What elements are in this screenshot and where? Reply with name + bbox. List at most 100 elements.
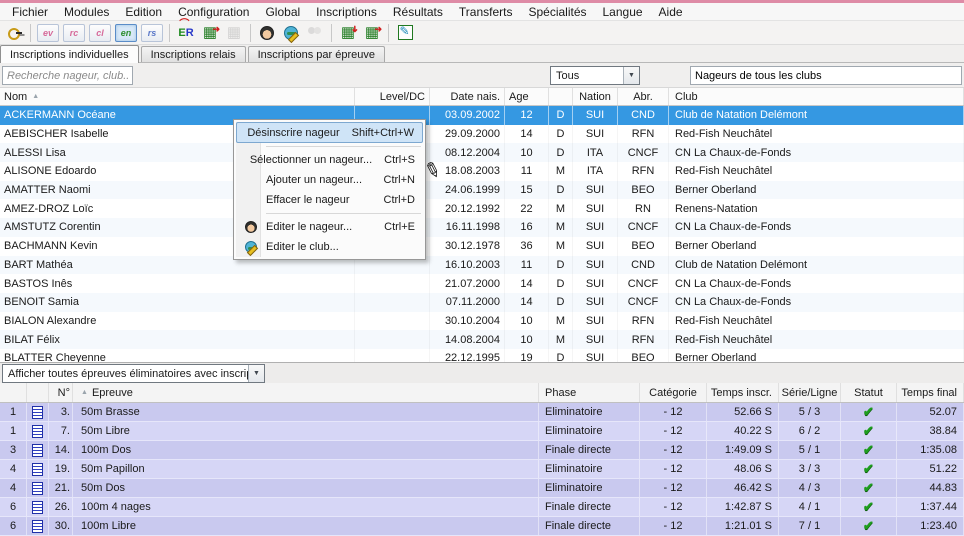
menu-item-desinscrire-nageur[interactable]: Désinscrire nageur Shift+Ctrl+W bbox=[236, 122, 423, 143]
column-header-club[interactable]: Club bbox=[669, 88, 964, 105]
event-row[interactable]: 6 30. 100m Libre Finale directe - 12 1:2… bbox=[0, 517, 964, 536]
menu-item[interactable]: Spécialités bbox=[520, 3, 594, 21]
column-header-age[interactable]: Age bbox=[505, 88, 549, 105]
swimmer-row[interactable]: ALISONE Edoardo 18.08.2003 11 M ITA RFN … bbox=[0, 162, 964, 181]
event-day: 6 bbox=[0, 517, 27, 535]
import-inscriptions-button[interactable]: ▦➜ bbox=[337, 23, 359, 43]
swimmer-club: Red-Fish Neuchâtel bbox=[669, 330, 964, 349]
column-header-day[interactable] bbox=[0, 383, 27, 402]
column-header-num[interactable]: N° bbox=[49, 383, 73, 402]
view-toggle-button[interactable]: ev bbox=[37, 24, 59, 42]
menu-item[interactable]: Edition bbox=[117, 3, 170, 21]
edit-swimmer-icon bbox=[245, 221, 257, 233]
menu-item[interactable]: Modules bbox=[56, 3, 117, 21]
menu-item-editer-nageur[interactable]: Editer le nageur... Ctrl+E bbox=[236, 217, 423, 237]
column-header-sex[interactable] bbox=[549, 88, 573, 105]
menu-item[interactable]: Langue bbox=[595, 3, 651, 21]
menu-item-effacer-nageur[interactable]: Effacer le nageur Ctrl+D bbox=[236, 190, 423, 210]
column-header-phase[interactable]: Phase bbox=[539, 383, 640, 402]
tab[interactable]: Inscriptions par épreuve bbox=[248, 46, 385, 62]
swimmer-row[interactable]: ALESSI Lisa 08.12.2004 10 D ITA CNCF CN … bbox=[0, 143, 964, 162]
column-header-level[interactable]: Level/DC bbox=[355, 88, 430, 105]
status-check-icon: ✔ bbox=[863, 423, 874, 439]
swimmer-row[interactable]: AMSTUTZ Corentin 16.11.1998 16 M SUI CNC… bbox=[0, 218, 964, 237]
swimmer-nation: SUI bbox=[573, 199, 618, 218]
view-toggle-button[interactable]: rc bbox=[63, 24, 85, 42]
menu-item[interactable]: Configuration bbox=[170, 3, 257, 21]
export-grid-button[interactable]: ▦➜ bbox=[199, 23, 221, 43]
swimmer-club: Red-Fish Neuchâtel bbox=[669, 125, 964, 144]
swimmer-row[interactable]: AMATTER Naomi 24.06.1999 15 D SUI BEO Be… bbox=[0, 181, 964, 200]
column-header-nom[interactable]: Nom▲ bbox=[0, 88, 355, 105]
swimmer-row[interactable]: AEBISCHER Isabelle 29.09.2000 14 D SUI R… bbox=[0, 125, 964, 144]
swimmer-sex: M bbox=[549, 312, 573, 331]
tab[interactable]: Inscriptions individuelles bbox=[0, 45, 139, 63]
event-row[interactable]: 4 21. 50m Dos Eliminatoire - 12 46.42 S … bbox=[0, 479, 964, 498]
edit-swimmer-button[interactable] bbox=[256, 23, 278, 43]
swimmers-table-body: ACKERMANN Océane 03.09.2002 12 D SUI CND… bbox=[0, 106, 964, 362]
menu-item[interactable]: Transferts bbox=[451, 3, 521, 21]
swimmer-row[interactable]: BENOIT Samia 07.11.2000 14 D SUI CNCF CN… bbox=[0, 293, 964, 312]
tab-strip: Inscriptions individuellesInscriptions r… bbox=[0, 45, 964, 63]
shortcut-label: Ctrl+N bbox=[384, 174, 415, 186]
search-input[interactable] bbox=[2, 66, 133, 85]
menu-item-ajouter-nageur[interactable]: Ajouter un nageur... Ctrl+N bbox=[236, 170, 423, 190]
menu-item-selectionner-nageur[interactable]: Sélectionner un nageur... Ctrl+S bbox=[236, 150, 423, 170]
swimmers-table-header: Nom▲ Level/DC Date nais. Age Nation Abr.… bbox=[0, 88, 964, 106]
swimmer-row[interactable]: BACHMANN Kevin 30.12.1978 36 M SUI BEO B… bbox=[0, 237, 964, 256]
export-inscriptions-button[interactable]: ▦➜ bbox=[361, 23, 383, 43]
event-row[interactable]: 6 26. 100m 4 nages Finale directe - 12 1… bbox=[0, 498, 964, 517]
menu-item[interactable]: Résultats bbox=[385, 3, 451, 21]
document-icon bbox=[32, 463, 43, 476]
exit-key-button[interactable] bbox=[3, 23, 25, 43]
swimmer-sex: D bbox=[549, 181, 573, 200]
column-header-nation[interactable]: Nation bbox=[573, 88, 618, 105]
swimmer-sex: M bbox=[549, 218, 573, 237]
menu-item[interactable]: Inscriptions bbox=[308, 3, 385, 21]
swimmer-row[interactable]: BILAT Félix 14.08.2004 10 M SUI RFN Red-… bbox=[0, 330, 964, 349]
column-header-categorie[interactable]: Catégorie bbox=[640, 383, 707, 402]
club-filter-input[interactable] bbox=[690, 66, 962, 85]
event-phase: Finale directe bbox=[539, 517, 640, 535]
menu-item[interactable]: Global bbox=[257, 3, 308, 21]
event-row[interactable]: 1 7. 50m Libre Eliminatoire - 12 40.22 S… bbox=[0, 422, 964, 441]
swimmer-row[interactable]: BASTOS Inês 21.07.2000 14 D SUI CNCF CN … bbox=[0, 274, 964, 293]
column-header-date-nais[interactable]: Date nais. bbox=[430, 88, 505, 105]
column-header-statut[interactable]: Statut bbox=[841, 383, 897, 402]
column-header-icon[interactable] bbox=[27, 383, 49, 402]
swimmer-sex: M bbox=[549, 330, 573, 349]
edit-document-button[interactable] bbox=[394, 23, 416, 43]
swimmer-birthdate: 24.06.1999 bbox=[430, 181, 505, 200]
column-header-temps-inscr[interactable]: Temps inscr. bbox=[707, 383, 779, 402]
menu-item[interactable]: Fichier bbox=[4, 3, 56, 21]
column-header-temps-final[interactable]: Temps final bbox=[897, 383, 964, 402]
swimmer-age: 19 bbox=[505, 349, 549, 362]
event-category: - 12 bbox=[640, 422, 707, 440]
event-row[interactable]: 1 3. 50m Brasse Eliminatoire - 12 52.66 … bbox=[0, 403, 964, 422]
events-filter-value: Afficher toutes épreuves éliminatoires a… bbox=[3, 368, 248, 380]
scope-dropdown[interactable]: Tous ▼ bbox=[550, 66, 640, 85]
status-check-icon: ✔ bbox=[863, 480, 874, 496]
swimmer-row[interactable]: ACKERMANN Océane 03.09.2002 12 D SUI CND… bbox=[0, 106, 964, 125]
events-filter-dropdown[interactable]: Afficher toutes épreuves éliminatoires a… bbox=[2, 364, 265, 383]
event-row[interactable]: 3 14. 100m Dos Finale directe - 12 1:49.… bbox=[0, 441, 964, 460]
edit-club-button[interactable] bbox=[280, 23, 302, 43]
status-check-icon: ✔ bbox=[863, 499, 874, 515]
column-header-epreuve[interactable]: ▲Epreuve bbox=[73, 383, 539, 402]
view-toggle-button[interactable]: cl bbox=[89, 24, 111, 42]
swimmer-level bbox=[355, 293, 430, 312]
swimmer-row[interactable]: AMEZ-DROZ Loïc 20.12.1992 22 M SUI RN Re… bbox=[0, 199, 964, 218]
entries-results-button[interactable]: ER bbox=[175, 23, 197, 43]
menu-item-editer-club[interactable]: Editer le club... bbox=[236, 237, 423, 257]
view-toggle-button[interactable]: rs bbox=[141, 24, 163, 42]
swimmer-age: 15 bbox=[505, 181, 549, 200]
column-header-serie-ligne[interactable]: Série/Ligne bbox=[779, 383, 841, 402]
tab[interactable]: Inscriptions relais bbox=[141, 46, 246, 62]
column-header-abr[interactable]: Abr. bbox=[618, 88, 669, 105]
swimmer-row[interactable]: BLATTER Cheyenne 22.12.1995 19 D SUI BEO… bbox=[0, 349, 964, 362]
swimmer-row[interactable]: BART Mathéa 16.10.2003 11 D SUI CND Club… bbox=[0, 256, 964, 275]
event-row[interactable]: 4 19. 50m Papillon Eliminatoire - 12 48.… bbox=[0, 460, 964, 479]
swimmer-row[interactable]: BIALON Alexandre 30.10.2004 10 M SUI RFN… bbox=[0, 312, 964, 331]
menu-item[interactable]: Aide bbox=[651, 3, 691, 21]
view-toggle-button[interactable]: en bbox=[115, 24, 137, 42]
